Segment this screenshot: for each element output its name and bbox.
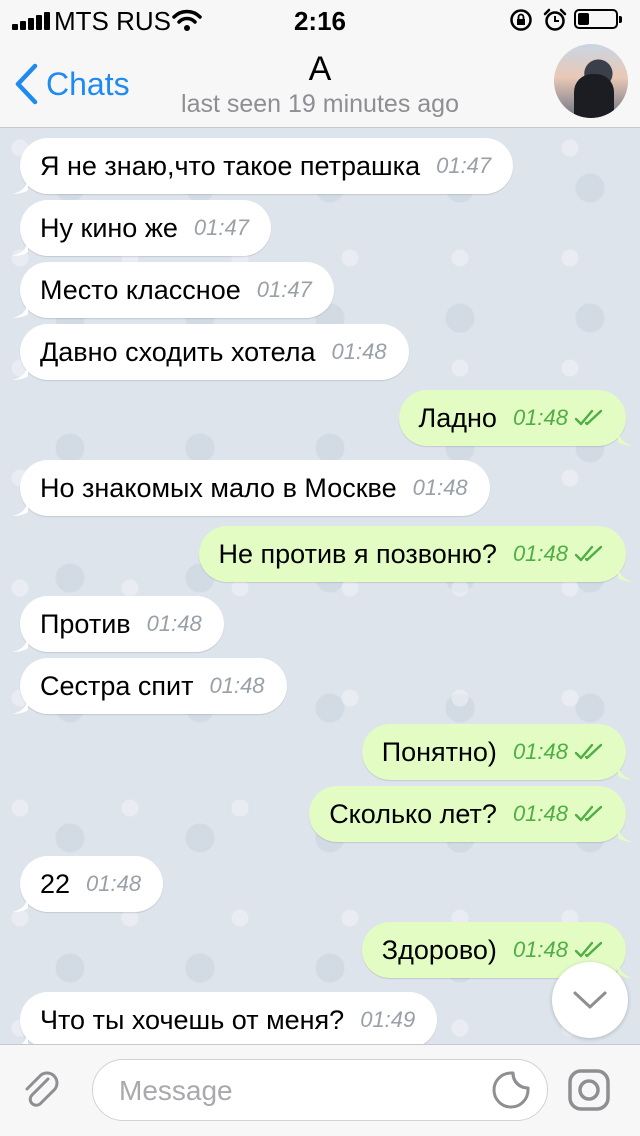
message-text: Что ты хочешь от меня?	[40, 1004, 345, 1035]
bubble-tail	[21, 1030, 28, 1044]
bubble-tail	[618, 564, 634, 582]
bubble-tail	[12, 696, 28, 714]
message-list[interactable]: Я не знаю,что такое петрашка 01:47 Ну кино…	[0, 128, 640, 1044]
alarm-icon	[542, 8, 568, 39]
bubble-tail	[12, 176, 28, 194]
double-check-icon	[574, 743, 603, 760]
incoming-message: Что ты хочешь от меня? 01:49	[0, 992, 640, 1044]
message-field	[92, 1059, 548, 1121]
message-text: Давно сходить хотела	[40, 336, 316, 367]
message-time: 01:48	[512, 405, 568, 430]
bubble-tail	[12, 634, 28, 652]
incoming-message: Ну кино же 01:47	[0, 200, 640, 256]
message-time: 01:48	[86, 871, 142, 896]
status-bar: MTS RUS 2:16	[0, 0, 640, 40]
message-bubble[interactable]: Сестра спит 01:48	[12, 658, 287, 714]
message-text: Сколько лет?	[329, 798, 497, 829]
message-bubble[interactable]: 22 01:48	[12, 856, 164, 912]
camera-button[interactable]	[566, 1067, 612, 1118]
message-text: Понятно)	[381, 736, 497, 767]
attach-button[interactable]	[18, 1067, 64, 1118]
message-text: Не против я позвоню?	[218, 538, 497, 569]
double-check-icon	[574, 941, 603, 958]
double-check-icon	[574, 545, 603, 562]
outgoing-message: Понятно) 01:48	[0, 724, 640, 780]
incoming-message: Место классное 01:47	[0, 262, 640, 318]
message-text: Ну кино же	[40, 212, 178, 243]
outgoing-message: Здорово) 01:48	[0, 922, 640, 978]
message-bubble[interactable]: Понятно) 01:48	[361, 724, 634, 780]
message-text: Против	[40, 608, 131, 639]
message-text: Место классное	[40, 274, 241, 305]
message-time: 01:49	[360, 1007, 416, 1032]
bubble-tail	[12, 300, 28, 318]
double-check-icon	[574, 409, 603, 426]
message-text: Здорово)	[381, 934, 497, 965]
message-time: 01:48	[209, 673, 265, 698]
message-time: 01:48	[512, 937, 568, 962]
message-bubble[interactable]: Место классное 01:47	[12, 262, 334, 318]
bubble-tail	[12, 894, 28, 912]
double-check-icon	[574, 805, 603, 822]
message-text: 22	[40, 868, 71, 899]
incoming-message: Но знакомых мало в Москве 01:48	[0, 460, 640, 516]
message-text: Сестра спит	[40, 670, 194, 701]
bubble-tail	[618, 762, 634, 780]
message-text: Но знакомых мало в Москве	[40, 472, 397, 503]
paperclip-icon	[25, 1071, 59, 1107]
message-time: 01:48	[331, 339, 387, 364]
message-input[interactable]	[117, 1068, 481, 1114]
camera-icon	[568, 1069, 610, 1111]
bubble-tail	[12, 498, 28, 516]
last-seen-status: last seen 19 minutes ago	[181, 90, 459, 118]
message-time: 01:47	[193, 215, 249, 240]
scroll-to-bottom-button[interactable]	[552, 962, 628, 1038]
bubble-tail	[618, 960, 634, 978]
composer-bar	[0, 1044, 640, 1136]
bubble-tail	[12, 362, 28, 380]
battery-icon	[574, 9, 622, 29]
incoming-message: Сестра спит 01:48	[0, 658, 640, 714]
message-bubble[interactable]: Против 01:48	[12, 596, 224, 652]
message-bubble[interactable]: Что ты хочешь от меня? 01:49	[20, 992, 438, 1044]
message-time: 01:48	[512, 801, 568, 826]
message-text: Ладно	[418, 402, 497, 433]
chevron-down-icon	[573, 991, 607, 1009]
message-time: 01:48	[146, 611, 202, 636]
message-time: 01:48	[412, 475, 468, 500]
message-bubble[interactable]: Сколько лет? 01:48	[309, 786, 634, 842]
chat-header: Chats A last seen 19 minutes ago	[0, 40, 640, 128]
sticker-icon	[492, 1071, 530, 1109]
message-time: 01:48	[512, 541, 568, 566]
message-time: 01:47	[436, 153, 492, 178]
message-bubble[interactable]: Давно сходить хотела 01:48	[12, 324, 409, 380]
incoming-message: Я не знаю,что такое петрашка 01:47	[0, 138, 640, 194]
message-bubble[interactable]: Ладно 01:48	[398, 390, 634, 446]
message-bubble[interactable]: Не против я позвоню? 01:48	[198, 526, 634, 582]
incoming-message: 22 01:48	[0, 856, 640, 912]
message-text: Я не знаю,что такое петрашка	[40, 150, 421, 181]
bubble-tail	[618, 428, 634, 446]
message-time: 01:47	[256, 277, 312, 302]
sticker-button[interactable]	[491, 1070, 531, 1115]
avatar[interactable]	[554, 44, 628, 118]
message-bubble[interactable]: Но знакомых мало в Москве 01:48	[12, 460, 490, 516]
incoming-message: Давно сходить хотела 01:48	[0, 324, 640, 380]
bubble-tail	[618, 824, 634, 842]
outgoing-message: Не против я позвоню? 01:48	[0, 526, 640, 582]
orientation-lock-icon	[508, 8, 534, 39]
message-bubble[interactable]: Ну кино же 01:47	[12, 200, 271, 256]
incoming-message: Против 01:48	[0, 596, 640, 652]
message-bubble[interactable]: Я не знаю,что такое петрашка 01:47	[12, 138, 514, 194]
chat-title[interactable]: A	[0, 50, 640, 89]
outgoing-message: Сколько лет? 01:48	[0, 786, 640, 842]
outgoing-message: Ладно 01:48	[0, 390, 640, 446]
bubble-tail	[12, 238, 28, 256]
message-time: 01:48	[512, 739, 568, 764]
